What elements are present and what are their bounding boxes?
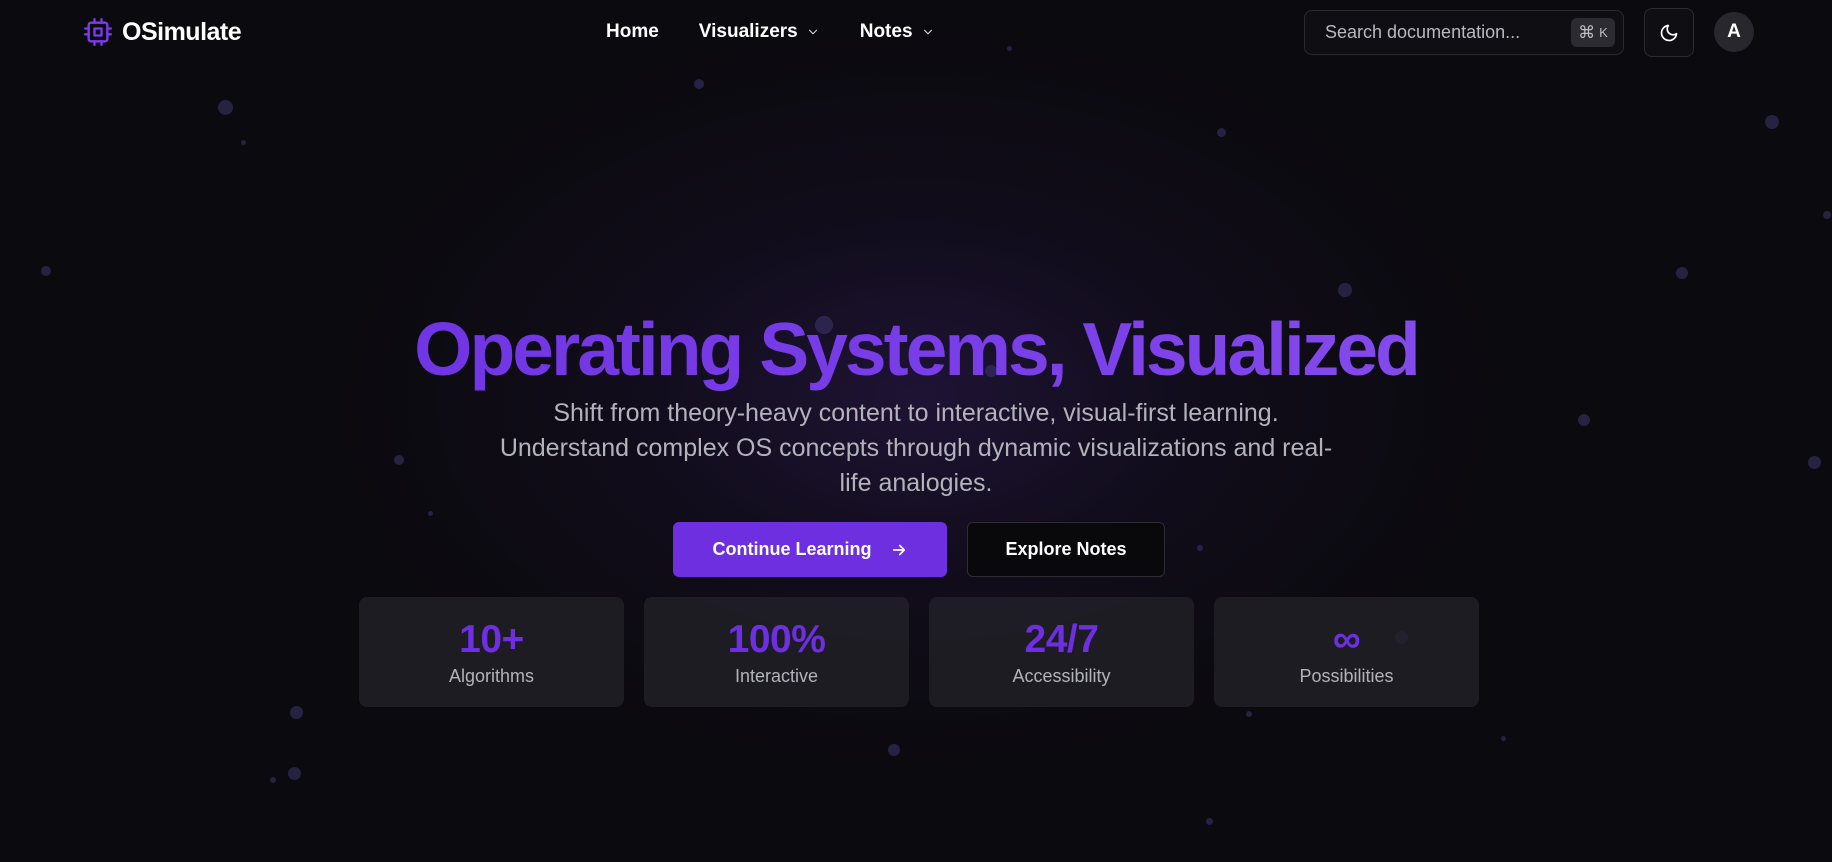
- continue-learning-label: Continue Learning: [712, 539, 872, 559]
- stat-label: Algorithms: [448, 665, 535, 686]
- particle: [1676, 267, 1688, 279]
- stat-card-possibilities: ∞ Possibilities: [1214, 597, 1479, 707]
- stat-label: Possibilities: [1299, 665, 1394, 686]
- particle: [1338, 283, 1352, 297]
- search-shortcut-badge: ⌘ K: [1571, 18, 1615, 47]
- top-navbar: OSimulate Home Visualizers Notes ⌘ K A: [0, 0, 1832, 64]
- nav-home[interactable]: Home: [606, 21, 659, 43]
- particle: [1197, 545, 1203, 551]
- stat-value: 10+: [459, 617, 524, 661]
- particle: [1501, 736, 1506, 741]
- brand-name: OSimulate: [122, 17, 242, 46]
- chevron-down-icon: [808, 29, 817, 35]
- particle: [394, 455, 404, 465]
- brand-logo[interactable]: OSimulate: [84, 15, 242, 49]
- particle: [1578, 414, 1590, 426]
- search-input[interactable]: [1325, 22, 1571, 43]
- particle: [270, 777, 276, 783]
- nav-notes-label: Notes: [859, 21, 913, 42]
- particle: [41, 266, 51, 276]
- particle: [428, 511, 433, 516]
- continue-learning-button[interactable]: Continue Learning: [673, 522, 947, 577]
- stat-value: ∞: [1332, 617, 1361, 661]
- stats-row: 10+ Algorithms 100% Interactive 24/7 Acc…: [0, 597, 1832, 707]
- particle: [288, 767, 301, 780]
- particle: [888, 744, 900, 756]
- theme-toggle-button[interactable]: [1644, 8, 1694, 57]
- particle: [1206, 818, 1213, 825]
- particle: [694, 79, 704, 89]
- command-key-symbol: ⌘: [1578, 22, 1596, 42]
- search-box[interactable]: ⌘ K: [1304, 10, 1624, 55]
- main-nav: Home Visualizers Notes: [606, 18, 935, 46]
- stat-label: Accessibility: [1012, 665, 1111, 686]
- stat-label: Interactive: [734, 665, 819, 686]
- explore-notes-button[interactable]: Explore Notes: [967, 522, 1165, 577]
- particle: [241, 140, 246, 145]
- hero-title: Operating Systems, Visualized: [0, 306, 1832, 392]
- nav-visualizers-dropdown[interactable]: Visualizers: [699, 21, 820, 43]
- cpu-chip-icon: [84, 18, 112, 46]
- stat-card-algorithms: 10+ Algorithms: [359, 597, 624, 707]
- particle: [218, 100, 233, 115]
- nav-visualizers-label: Visualizers: [698, 21, 798, 42]
- particle: [1823, 211, 1831, 219]
- stat-card-interactive: 100% Interactive: [644, 597, 909, 707]
- nav-notes-dropdown[interactable]: Notes: [860, 21, 935, 43]
- arrow-right-icon: [892, 544, 905, 555]
- shortcut-key: K: [1599, 25, 1608, 40]
- stat-card-accessibility: 24/7 Accessibility: [929, 597, 1194, 707]
- hero-subtitle: Shift from theory-heavy content to inter…: [499, 399, 1333, 497]
- stat-value: 24/7: [1024, 617, 1099, 661]
- stat-value: 100%: [727, 617, 826, 661]
- particle: [1217, 128, 1226, 137]
- moon-icon: [1660, 24, 1678, 41]
- particle: [1246, 711, 1252, 717]
- particle: [290, 706, 303, 719]
- particle: [1808, 456, 1821, 469]
- nav-home-label: Home: [606, 21, 659, 42]
- explore-notes-label: Explore Notes: [1005, 539, 1127, 559]
- particle: [1765, 115, 1779, 129]
- chevron-down-icon: [923, 29, 932, 35]
- user-avatar[interactable]: A: [1714, 12, 1754, 52]
